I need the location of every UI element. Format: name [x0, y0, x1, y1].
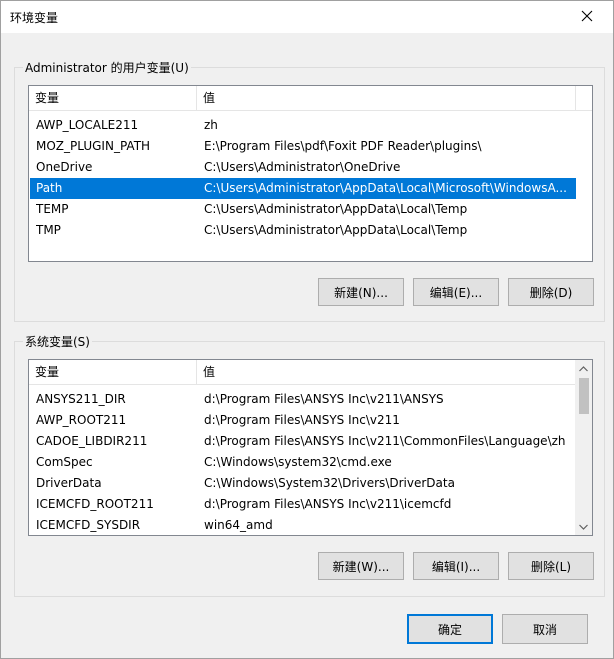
scroll-up-button[interactable]	[575, 360, 592, 377]
variable-value: win64_amd	[204, 518, 273, 532]
table-row[interactable]: MOZ_PLUGIN_PATH E:\Program Files\pdf\Foxi…	[30, 136, 576, 157]
sys-vars-list[interactable]: 变量 值 ANSYS211_DIR d:\Program Files\ANSYS …	[28, 359, 593, 536]
variable-value: d:\Program Files\ANSYS Inc\v211	[204, 413, 400, 427]
env-vars-dialog: 环境变量 Administrator 的用户变量(U) 变量 值 AWP_LOC…	[0, 0, 614, 659]
variable-value: C:\Users\Administrator\AppData\Local\Tem…	[204, 223, 468, 237]
variable-name: ComSpec	[36, 455, 93, 469]
variable-value: C:\Users\Administrator\AppData\Local\Tem…	[204, 202, 468, 216]
table-row[interactable]: OneDrive C:\Users\Administrator\OneDrive	[30, 157, 576, 178]
user-delete-button[interactable]: 删除(D)	[508, 278, 594, 306]
sys-col-value-header[interactable]: 值	[197, 360, 567, 384]
table-row[interactable]: ICEMCFD_SYSDIR win64_amd	[30, 515, 576, 535]
user-vars-label: Administrator 的用户变量(U)	[23, 59, 191, 76]
user-vars-group: Administrator 的用户变量(U) 变量 值 AWP_LOCALE21…	[14, 59, 605, 322]
sys-vars-header: 变量 值	[29, 360, 575, 385]
table-row[interactable]: TEMP C:\Users\Administrator\AppData\Local…	[30, 199, 576, 220]
ok-button[interactable]: 确定	[407, 614, 493, 644]
variable-value: C:\Users\Administrator\AppData\Local\Mic…	[204, 181, 567, 195]
user-col-name-header[interactable]: 变量	[29, 86, 197, 110]
sys-vars-scrollbar[interactable]	[575, 360, 592, 535]
variable-value: d:\Program Files\ANSYS Inc\v211\icemcfd	[204, 497, 452, 511]
table-row[interactable]: Path C:\Users\Administrator\AppData\Local…	[30, 178, 576, 199]
variable-name: TMP	[36, 223, 61, 237]
table-row[interactable]: DriverData C:\Windows\System32\Drivers\Dr…	[30, 473, 576, 494]
user-edit-button[interactable]: 编辑(E)...	[413, 278, 499, 306]
variable-name: MOZ_PLUGIN_PATH	[36, 139, 151, 153]
table-row[interactable]: TMP C:\Users\Administrator\AppData\Local\…	[30, 220, 576, 241]
table-row[interactable]: CADOE_LIBDIR211 d:\Program Files\ANSYS In…	[30, 431, 576, 452]
close-button[interactable]	[567, 1, 607, 31]
title-bar: 环境变量	[1, 1, 613, 33]
variable-name: ICEMCFD_ROOT211	[36, 497, 154, 511]
cancel-button[interactable]: 取消	[502, 614, 588, 644]
variable-name: ANSYS211_DIR	[36, 392, 126, 406]
table-row[interactable]: AWP_ROOT211 d:\Program Files\ANSYS Inc\v2…	[30, 410, 576, 431]
variable-name: CADOE_LIBDIR211	[36, 434, 148, 448]
variable-name: TEMP	[36, 202, 69, 216]
variable-name: ICEMCFD_SYSDIR	[36, 518, 141, 532]
variable-name: AWP_LOCALE211	[36, 118, 139, 132]
column-separator[interactable]	[575, 86, 576, 110]
variable-name: DriverData	[36, 476, 102, 490]
user-col-value-header[interactable]: 值	[197, 86, 575, 110]
variable-name: Path	[36, 181, 63, 195]
sys-col-name-header[interactable]: 变量	[29, 360, 197, 384]
close-icon	[581, 10, 593, 22]
sys-new-button[interactable]: 新建(W)...	[318, 552, 404, 580]
table-row[interactable]: ICEMCFD_ROOT211 d:\Program Files\ANSYS In…	[30, 494, 576, 515]
variable-name: AWP_ROOT211	[36, 413, 127, 427]
user-vars-list[interactable]: 变量 值 AWP_LOCALE211 zh MOZ_PLUGIN_PATH E:\Pr…	[28, 85, 593, 262]
sys-delete-button[interactable]: 删除(L)	[508, 552, 594, 580]
chevron-up-icon	[579, 365, 588, 371]
variable-value: E:\Program Files\pdf\Foxit PDF Reader\pl…	[204, 139, 482, 153]
variable-value: C:\Windows\system32\cmd.exe	[204, 455, 392, 469]
sys-edit-button[interactable]: 编辑(I)...	[413, 552, 499, 580]
variable-value: d:\Program Files\ANSYS Inc\v211\CommonFi…	[204, 434, 566, 448]
variable-value: C:\Users\Administrator\OneDrive	[204, 160, 401, 174]
user-new-button[interactable]: 新建(N)...	[318, 278, 404, 306]
table-row[interactable]: AWP_LOCALE211 zh	[30, 115, 576, 136]
scroll-thumb[interactable]	[579, 378, 589, 414]
table-row[interactable]: ComSpec C:\Windows\system32\cmd.exe	[30, 452, 576, 473]
variable-value: zh	[204, 118, 218, 132]
sys-vars-label: 系统变量(S)	[23, 333, 92, 350]
sys-vars-group: 系统变量(S) 变量 值 ANSYS211_DIR d:\Program File…	[14, 333, 605, 597]
scroll-down-button[interactable]	[575, 518, 592, 535]
window-title: 环境变量	[10, 11, 59, 25]
variable-name: OneDrive	[36, 160, 93, 174]
variable-value: C:\Windows\System32\Drivers\DriverData	[204, 476, 455, 490]
user-vars-header: 变量 值	[29, 86, 592, 111]
chevron-down-icon	[579, 524, 588, 530]
variable-value: d:\Program Files\ANSYS Inc\v211\ANSYS	[204, 392, 444, 406]
table-row[interactable]: ANSYS211_DIR d:\Program Files\ANSYS Inc\v…	[30, 389, 576, 410]
